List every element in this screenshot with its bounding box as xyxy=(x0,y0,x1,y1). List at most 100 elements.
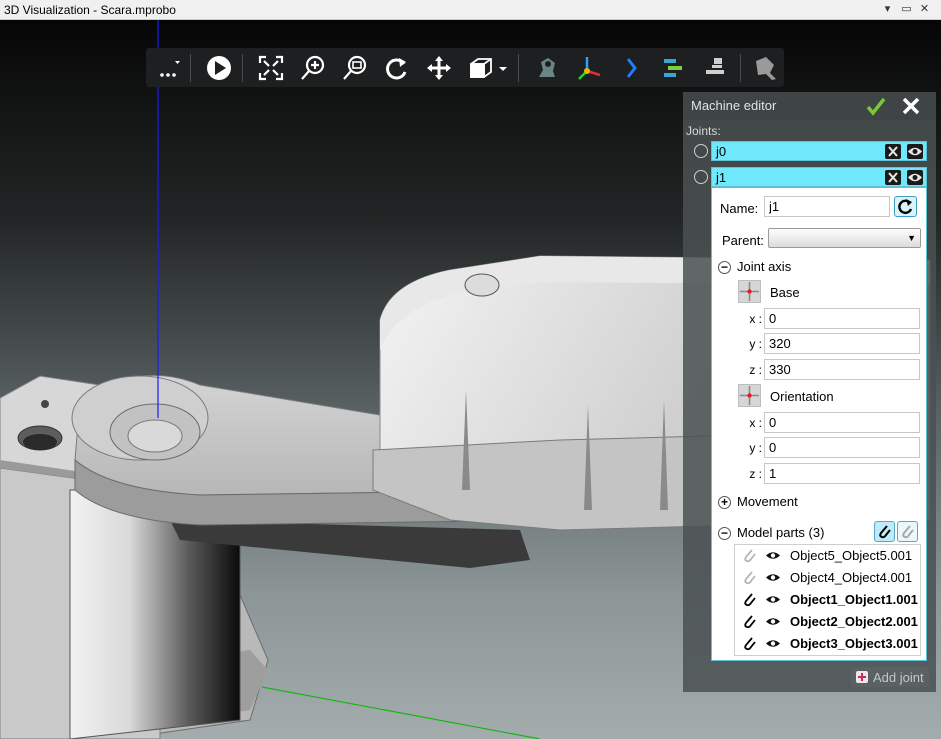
base-point-pick-icon[interactable] xyxy=(738,280,761,303)
link-all-button[interactable] xyxy=(874,521,895,542)
base-label: Base xyxy=(770,285,800,300)
orientation-label: Orientation xyxy=(770,389,834,404)
accept-check-icon[interactable] xyxy=(866,96,886,116)
collapse-model-parts-toggle[interactable]: − xyxy=(718,527,731,540)
view-toolbar xyxy=(146,48,784,87)
joint-name: j1 xyxy=(716,170,727,185)
window-maximize-button[interactable]: ▭ xyxy=(900,3,913,16)
toolbar-separator xyxy=(740,54,741,82)
visibility-eye-icon[interactable] xyxy=(765,549,781,562)
robot-arm-icon[interactable] xyxy=(532,53,562,83)
orientation-x-label: x : xyxy=(749,416,762,430)
list-item[interactable]: Object4_Object4.001 xyxy=(735,567,920,589)
tool-icon[interactable] xyxy=(750,53,780,83)
base-y-input[interactable] xyxy=(764,333,920,354)
plus-icon xyxy=(856,671,868,683)
orientation-x-input[interactable] xyxy=(764,412,920,433)
model-part-name: Object5_Object5.001 xyxy=(790,548,913,563)
joint-axis-label: Joint axis xyxy=(737,259,792,274)
paperclip-icon[interactable] xyxy=(742,570,757,585)
list-item[interactable]: Object2_Object2.001 xyxy=(735,611,920,633)
view-cube-icon[interactable] xyxy=(466,53,496,83)
window-titlebar: 3D Visualization - Scara.mprobo ▾ ▭ ✕ xyxy=(0,0,941,20)
list-item[interactable]: Object3_Object3.001 xyxy=(735,633,920,655)
visibility-eye-icon[interactable] xyxy=(765,593,781,606)
pan-icon[interactable] xyxy=(424,53,454,83)
window-close-button[interactable]: ✕ xyxy=(918,3,931,16)
base-x-input[interactable] xyxy=(764,308,920,329)
zoom-fit-icon[interactable] xyxy=(256,53,286,83)
unlink-all-button[interactable] xyxy=(897,521,918,542)
model-parts-label: Model parts (3) xyxy=(737,525,825,540)
joint-row-j0[interactable]: j0 xyxy=(711,141,927,161)
add-joint-button[interactable]: Add joint xyxy=(851,667,929,687)
joint-name-input[interactable] xyxy=(764,196,890,217)
delete-joint-icon[interactable] xyxy=(885,170,901,185)
play-icon[interactable] xyxy=(204,53,234,83)
parent-label: Parent: xyxy=(722,233,764,248)
chevron-right-icon[interactable] xyxy=(616,53,646,83)
rename-refresh-button[interactable] xyxy=(894,196,917,217)
add-joint-label: Add joint xyxy=(873,670,924,685)
zoom-window-icon[interactable] xyxy=(340,53,370,83)
paperclip-icon xyxy=(902,525,914,539)
paperclip-icon[interactable] xyxy=(742,548,757,563)
joint-select-radio[interactable] xyxy=(694,144,708,158)
machine-editor-panel: Machine editor Joints: j0 j1 Name: Paren… xyxy=(683,92,936,692)
paperclip-icon[interactable] xyxy=(742,636,757,651)
view-dropdown-icon[interactable] xyxy=(496,53,510,83)
close-icon[interactable] xyxy=(901,96,921,116)
name-label: Name: xyxy=(720,201,759,216)
model-part-name: Object4_Object4.001 xyxy=(790,570,913,585)
collapse-joint-axis-toggle[interactable]: − xyxy=(718,261,731,274)
paperclip-icon xyxy=(879,525,891,539)
toolbar-separator xyxy=(518,54,519,82)
orientation-pick-icon[interactable] xyxy=(738,384,761,407)
base-x-label: x : xyxy=(749,312,762,326)
model-part-name: Object3_Object3.001 xyxy=(790,636,918,651)
window-menu-button[interactable]: ▾ xyxy=(881,3,894,16)
y-axis-line xyxy=(261,686,541,739)
window-title: 3D Visualization - Scara.mprobo xyxy=(4,3,176,17)
model-part-name: Object1_Object1.001 xyxy=(790,592,918,607)
orientation-z-input[interactable] xyxy=(764,463,920,484)
joint-name: j0 xyxy=(716,144,727,159)
base-z-label: z : xyxy=(749,363,762,377)
toolbar-separator xyxy=(242,54,243,82)
delete-joint-icon[interactable] xyxy=(885,144,901,159)
zoom-in-icon[interactable] xyxy=(298,53,328,83)
parent-select[interactable]: ▼ xyxy=(768,228,921,248)
model-parts-list: Object5_Object5.001 Object4_Object4.001 … xyxy=(734,544,921,656)
movement-label: Movement xyxy=(737,494,798,509)
list-item[interactable]: Object5_Object5.001 xyxy=(735,545,920,567)
base-y-label: y : xyxy=(749,337,762,351)
visibility-eye-icon[interactable] xyxy=(907,144,923,159)
visibility-eye-icon[interactable] xyxy=(907,170,923,185)
toolbar-separator xyxy=(190,54,191,82)
more-icon[interactable] xyxy=(154,53,184,83)
paperclip-icon[interactable] xyxy=(742,592,757,607)
chevron-down-icon: ▼ xyxy=(907,233,916,243)
base-z-input[interactable] xyxy=(764,359,920,380)
orientation-y-input[interactable] xyxy=(764,437,920,458)
paperclip-icon[interactable] xyxy=(742,614,757,629)
coordinate-frame-icon[interactable] xyxy=(574,53,604,83)
joints-label: Joints: xyxy=(686,124,721,138)
refresh-icon xyxy=(898,199,913,215)
visibility-eye-icon[interactable] xyxy=(765,637,781,650)
align-icon[interactable] xyxy=(658,53,688,83)
orientation-y-label: y : xyxy=(749,441,762,455)
editor-title: Machine editor xyxy=(691,98,777,113)
orientation-z-label: z : xyxy=(749,467,762,481)
3d-viewport[interactable]: Machine editor Joints: j0 j1 Name: Paren… xyxy=(0,20,941,739)
joint-row-j1[interactable]: j1 xyxy=(711,167,927,187)
joint-select-radio[interactable] xyxy=(694,170,708,184)
visibility-eye-icon[interactable] xyxy=(765,571,781,584)
editor-header: Machine editor xyxy=(683,92,936,120)
joint-properties-panel: Name: Parent: ▼ − Joint axis Base x : y … xyxy=(711,187,927,661)
stack-icon[interactable] xyxy=(700,53,730,83)
rotate-icon[interactable] xyxy=(382,53,412,83)
expand-movement-toggle[interactable]: + xyxy=(718,496,731,509)
list-item[interactable]: Object1_Object1.001 xyxy=(735,589,920,611)
visibility-eye-icon[interactable] xyxy=(765,615,781,628)
